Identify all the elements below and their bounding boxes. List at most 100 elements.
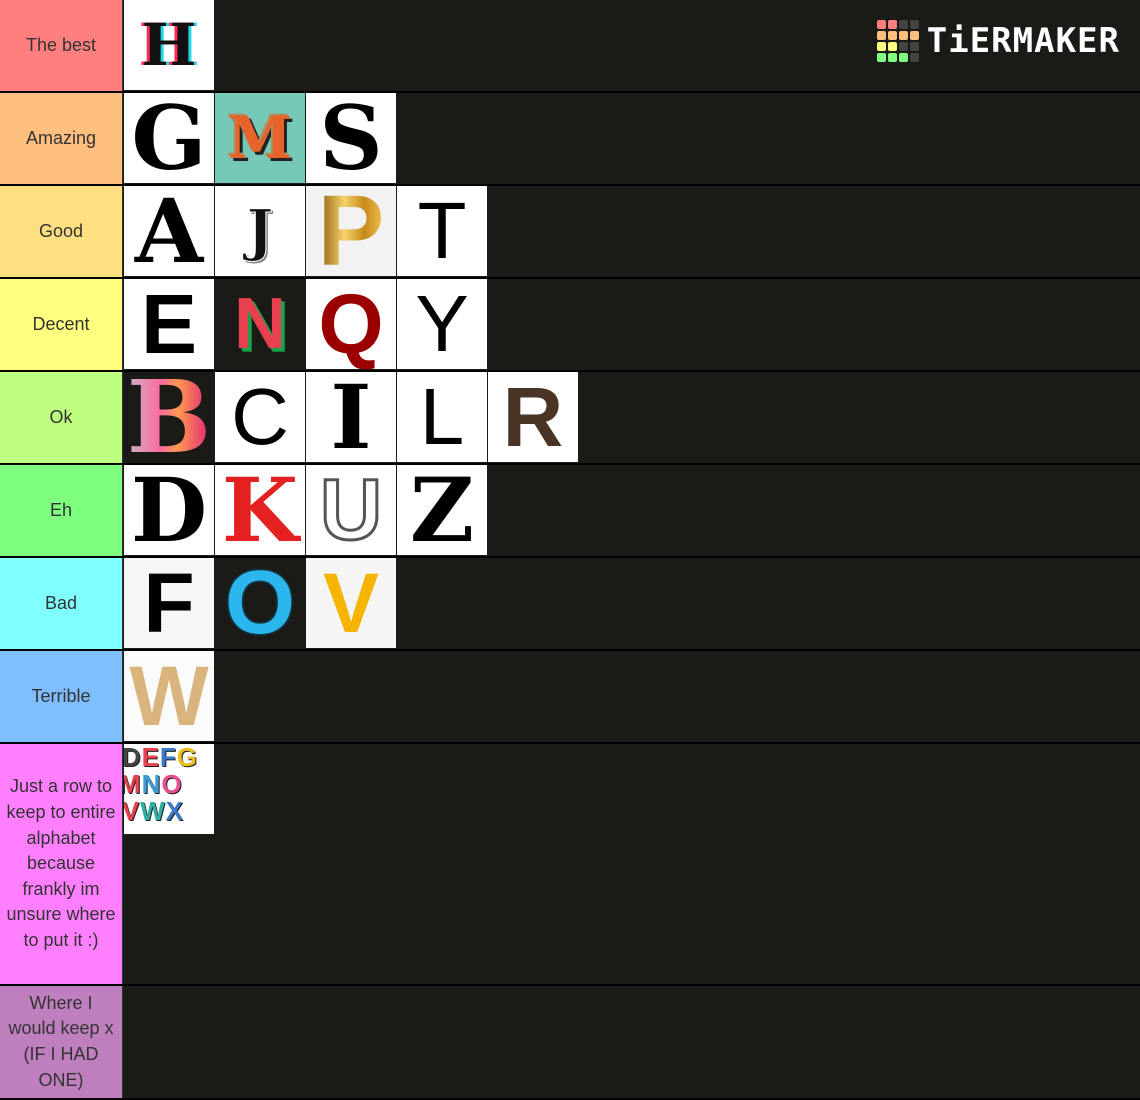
logo-grid-cell [876, 42, 886, 51]
tier-label[interactable]: Where I would keep x (IF I HAD ONE) [0, 986, 123, 1098]
tier-label[interactable]: Just a row to keep to entire alphabet be… [0, 744, 123, 984]
tier-item-glyph: N [234, 284, 286, 364]
tier-item-letter-n[interactable]: N [215, 279, 305, 369]
tier-item-letter-e[interactable]: E [124, 279, 214, 369]
tier-item-letter-b[interactable]: B [124, 372, 214, 462]
tier-items-dropzone[interactable]: AJPT [123, 186, 1140, 277]
tier-label[interactable]: Eh [0, 465, 123, 556]
tier-item-letter-v[interactable]: V [306, 558, 396, 648]
tier-item-glyph: W [129, 651, 209, 741]
tier-items-dropzone[interactable]: ENQY [123, 279, 1140, 370]
tier-items-dropzone[interactable]: FOV [123, 558, 1140, 649]
tier-item-letter-q[interactable]: Q [306, 279, 396, 369]
alphabet-line: CDEFG [124, 744, 199, 772]
tier-items-dropzone[interactable]: CDEFGLMNOUVWX [123, 744, 1140, 984]
tier-items-dropzone[interactable]: DKUZ [123, 465, 1140, 556]
tier-item-letter-h[interactable]: H [124, 0, 214, 90]
tier-item-letter-alphabet[interactable]: CDEFGLMNOUVWX [124, 744, 214, 834]
tier-item-glyph: K [221, 465, 299, 555]
tier-row: Eh D K U Z [0, 465, 1140, 558]
tier-item-letter-l[interactable]: L [397, 372, 487, 462]
logo-grid-cell [876, 31, 886, 40]
tier-row: Bad F O V [0, 558, 1140, 651]
tier-row: Terrible W [0, 651, 1140, 744]
tier-item-glyph: Y [415, 279, 469, 368]
tier-item-glyph: G [131, 93, 207, 183]
tier-row: Good A J P T [0, 186, 1140, 279]
logo-grid-cell [876, 53, 886, 62]
tier-item-glyph: U [318, 465, 383, 555]
tier-items-dropzone[interactable]: W [123, 651, 1140, 742]
tier-item-letter-w[interactable]: W [124, 651, 214, 741]
tier-item-letter-y[interactable]: Y [397, 279, 487, 369]
tier-item-letter-i[interactable]: I [306, 372, 396, 462]
tier-rows: The best H Amazing G M S Good A J P T Decent E N Q Y Ok B… [0, 0, 1140, 1100]
logo-grid-cell [898, 53, 908, 62]
tier-label[interactable]: Good [0, 186, 123, 277]
tier-item-glyph: L [419, 372, 465, 461]
tier-row: Amazing G M S [0, 93, 1140, 186]
tier-item-glyph: F [143, 558, 195, 648]
alphabet-line: UVWX [124, 796, 185, 826]
tier-item-glyph: CDEFGLMNOUVWX [124, 744, 214, 825]
tier-item-letter-z[interactable]: Z [397, 465, 487, 555]
logo-grid-cell [909, 53, 919, 62]
tier-label[interactable]: Decent [0, 279, 123, 370]
tier-label[interactable]: Amazing [0, 93, 123, 184]
tier-items-dropzone[interactable] [123, 986, 1140, 1098]
tier-item-letter-a[interactable]: A [124, 186, 214, 276]
logo-grid-cell [887, 53, 897, 62]
tiermaker-logo-text: TiERMAKER [926, 21, 1120, 61]
alphabet-line: LMNO [124, 769, 183, 799]
logo-grid-cell [898, 42, 908, 51]
tier-item-letter-g[interactable]: G [124, 93, 214, 183]
tier-row: Just a row to keep to entire alphabet be… [0, 744, 1140, 986]
tier-item-glyph: T [417, 186, 467, 275]
tier-item-glyph: S [319, 93, 383, 183]
tier-label[interactable]: Ok [0, 372, 123, 463]
tier-item-glyph: H [141, 11, 197, 79]
tier-item-letter-o[interactable]: O [215, 558, 305, 648]
tier-row: Ok B C I L R [0, 372, 1140, 465]
tier-item-letter-j[interactable]: J [215, 186, 305, 276]
tier-item-glyph: M [227, 104, 293, 172]
tier-item-glyph: C [231, 372, 289, 461]
tier-item-letter-c[interactable]: C [215, 372, 305, 462]
logo-grid-cell [898, 31, 908, 40]
tiermaker-logo: TiERMAKER [876, 20, 1120, 62]
tier-item-glyph: O [224, 558, 295, 648]
tier-list-board: The best H Amazing G M S Good A J P T Decent E N Q Y Ok B… [0, 0, 1140, 1100]
logo-grid-cell [876, 20, 886, 29]
tier-item-glyph: B [127, 372, 212, 462]
tier-item-glyph: P [318, 186, 385, 276]
tier-item-letter-t[interactable]: T [397, 186, 487, 276]
tier-items-dropzone[interactable]: BCILR [123, 372, 1140, 463]
tier-item-glyph: R [502, 372, 564, 462]
logo-grid-cell [909, 42, 919, 51]
tier-label[interactable]: The best [0, 0, 123, 91]
tier-item-letter-r[interactable]: R [488, 372, 578, 462]
tiermaker-logo-grid-icon [876, 20, 919, 62]
tier-label[interactable]: Bad [0, 558, 123, 649]
tier-item-glyph: A [134, 186, 204, 276]
tier-item-glyph: Z [409, 465, 475, 555]
logo-grid-cell [909, 31, 919, 40]
logo-grid-cell [898, 20, 908, 29]
tier-item-glyph: D [130, 465, 208, 555]
tier-label[interactable]: Terrible [0, 651, 123, 742]
tier-item-glyph: J [246, 198, 274, 264]
tier-item-letter-d[interactable]: D [124, 465, 214, 555]
tier-item-letter-f[interactable]: F [124, 558, 214, 648]
tier-item-glyph: V [322, 558, 380, 648]
logo-grid-cell [909, 20, 919, 29]
tier-item-letter-u[interactable]: U [306, 465, 396, 555]
tier-item-glyph: I [330, 372, 372, 462]
tier-item-letter-s[interactable]: S [306, 93, 396, 183]
logo-grid-cell [887, 20, 897, 29]
tier-item-letter-k[interactable]: K [215, 465, 305, 555]
tier-item-glyph: E [140, 279, 198, 369]
tier-item-letter-m[interactable]: M [215, 93, 305, 183]
tier-item-letter-p[interactable]: P [306, 186, 396, 276]
tier-items-dropzone[interactable]: GMS [123, 93, 1140, 184]
tier-row: Where I would keep x (IF I HAD ONE) [0, 986, 1140, 1100]
